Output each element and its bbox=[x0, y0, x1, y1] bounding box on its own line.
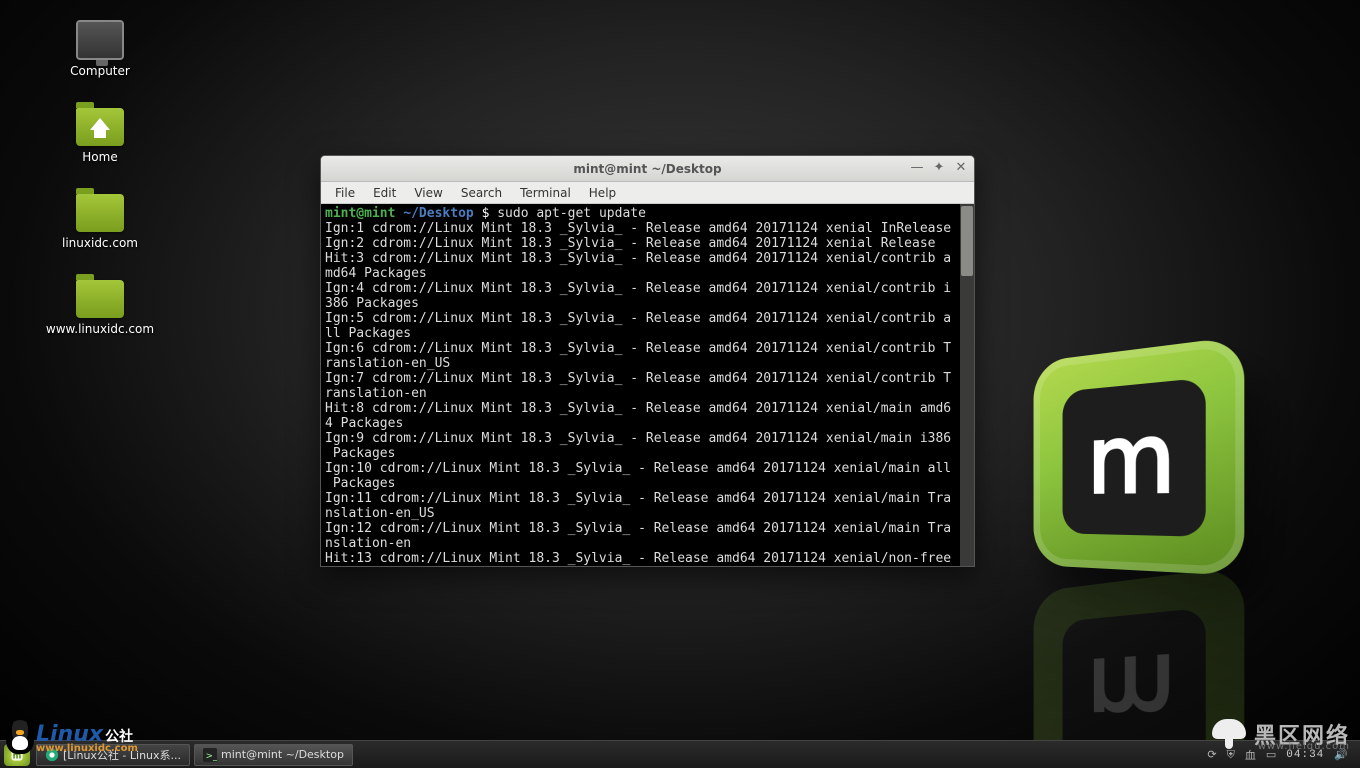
terminal-output-line: ranslation-en bbox=[325, 386, 970, 401]
terminal-output-line: Ign:12 cdrom://Linux Mint 18.3 _Sylvia_ … bbox=[325, 521, 970, 536]
terminal-output-line: Ign:4 cdrom://Linux Mint 18.3 _Sylvia_ -… bbox=[325, 281, 970, 296]
menu-search[interactable]: Search bbox=[453, 184, 510, 202]
terminal-scrollbar[interactable] bbox=[960, 204, 974, 566]
task-terminal-label: mint@mint ~/Desktop bbox=[221, 748, 344, 761]
menu-file[interactable]: File bbox=[327, 184, 363, 202]
terminal-output-line: Ign:6 cdrom://Linux Mint 18.3 _Sylvia_ -… bbox=[325, 341, 970, 356]
window-title: mint@mint ~/Desktop bbox=[573, 162, 721, 176]
linuxidc-folder-glyph bbox=[76, 194, 124, 232]
terminal-output-line: Ign:5 cdrom://Linux Mint 18.3 _Sylvia_ -… bbox=[325, 311, 970, 326]
linuxidc-folder[interactable]: linuxidc.com bbox=[40, 194, 160, 250]
window-menubar: FileEditViewSearchTerminalHelp bbox=[321, 182, 974, 204]
close-button[interactable]: ✕ bbox=[954, 160, 968, 174]
terminal-output-line: Packages bbox=[325, 446, 970, 461]
terminal-output-line: Hit:8 cdrom://Linux Mint 18.3 _Sylvia_ -… bbox=[325, 401, 970, 416]
computer-icon-glyph bbox=[76, 20, 124, 60]
menu-view[interactable]: View bbox=[406, 184, 450, 202]
terminal-output-line: 386 Packages bbox=[325, 296, 970, 311]
wwwlinuxidc-folder[interactable]: www.linuxidc.com bbox=[40, 280, 160, 336]
terminal-prompt-line: mint@mint ~/Desktop $ sudo apt-get updat… bbox=[325, 206, 970, 221]
taskbar: m [Linux公社 - Linux系...>_mint@mint ~/Desk… bbox=[0, 740, 1360, 768]
watermark-right-url: www.heiqu.com bbox=[1258, 741, 1350, 752]
watermark-left-url: www.linuxidc.com bbox=[36, 743, 138, 754]
minimize-button[interactable]: — bbox=[910, 160, 924, 174]
tux-icon bbox=[6, 720, 34, 754]
task-terminal-icon: >_ bbox=[203, 748, 217, 762]
task-terminal[interactable]: >_ mint@mint ~/Desktop bbox=[194, 744, 353, 766]
terminal-window[interactable]: mint@mint ~/Desktop — ✦ ✕ FileEditViewSe… bbox=[320, 155, 975, 567]
terminal-output-line: Packages bbox=[325, 476, 970, 491]
terminal-output-line: nslation-en bbox=[325, 536, 970, 551]
terminal-output-line: Ign:2 cdrom://Linux Mint 18.3 _Sylvia_ -… bbox=[325, 236, 970, 251]
wwwlinuxidc-folder-glyph bbox=[76, 280, 124, 318]
menu-edit[interactable]: Edit bbox=[365, 184, 404, 202]
terminal-output-line: nslation-en_US bbox=[325, 506, 970, 521]
maximize-button[interactable]: ✦ bbox=[932, 160, 946, 174]
window-titlebar[interactable]: mint@mint ~/Desktop — ✦ ✕ bbox=[321, 156, 974, 182]
computer-icon[interactable]: Computer bbox=[40, 20, 160, 78]
terminal-output-line: Hit:13 cdrom://Linux Mint 18.3 _Sylvia_ … bbox=[325, 551, 970, 566]
terminal-body[interactable]: mint@mint ~/Desktop $ sudo apt-get updat… bbox=[321, 204, 974, 566]
svg-text:>_: >_ bbox=[206, 751, 217, 761]
watermark-right: 黑区网络 www.heiqu.com bbox=[1212, 718, 1350, 750]
wallpaper-mint-logo: ⅿ bbox=[1034, 336, 1245, 576]
terminal-output-line: Ign:10 cdrom://Linux Mint 18.3 _Sylvia_ … bbox=[325, 461, 970, 476]
desktop-icons-area: Computer Home linuxidc.com www.linuxidc.com bbox=[40, 20, 160, 366]
menu-terminal[interactable]: Terminal bbox=[512, 184, 579, 202]
terminal-output-line: ll Packages bbox=[325, 326, 970, 341]
home-icon-label: Home bbox=[82, 150, 117, 164]
terminal-output-line: 4 Packages bbox=[325, 416, 970, 431]
terminal-output-line: Hit:3 cdrom://Linux Mint 18.3 _Sylvia_ -… bbox=[325, 251, 970, 266]
menu-help[interactable]: Help bbox=[581, 184, 624, 202]
computer-icon-label: Computer bbox=[70, 64, 130, 78]
wwwlinuxidc-folder-label: www.linuxidc.com bbox=[46, 322, 154, 336]
home-icon[interactable]: Home bbox=[40, 108, 160, 164]
terminal-output-line: ranslation-en_US bbox=[325, 356, 970, 371]
watermark-left: Linux公社 www.linuxidc.com bbox=[6, 720, 138, 754]
terminal-output-line: Ign:9 cdrom://Linux Mint 18.3 _Sylvia_ -… bbox=[325, 431, 970, 446]
linuxidc-folder-label: linuxidc.com bbox=[62, 236, 138, 250]
terminal-output-line: md64 Packages bbox=[325, 266, 970, 281]
terminal-output-line: Ign:7 cdrom://Linux Mint 18.3 _Sylvia_ -… bbox=[325, 371, 970, 386]
terminal-output-line: Ign:1 cdrom://Linux Mint 18.3 _Sylvia_ -… bbox=[325, 221, 970, 236]
mushroom-icon bbox=[1212, 719, 1246, 749]
home-icon-glyph bbox=[76, 108, 124, 146]
terminal-output-line: Ign:11 cdrom://Linux Mint 18.3 _Sylvia_ … bbox=[325, 491, 970, 506]
terminal-scroll-thumb[interactable] bbox=[961, 206, 973, 276]
